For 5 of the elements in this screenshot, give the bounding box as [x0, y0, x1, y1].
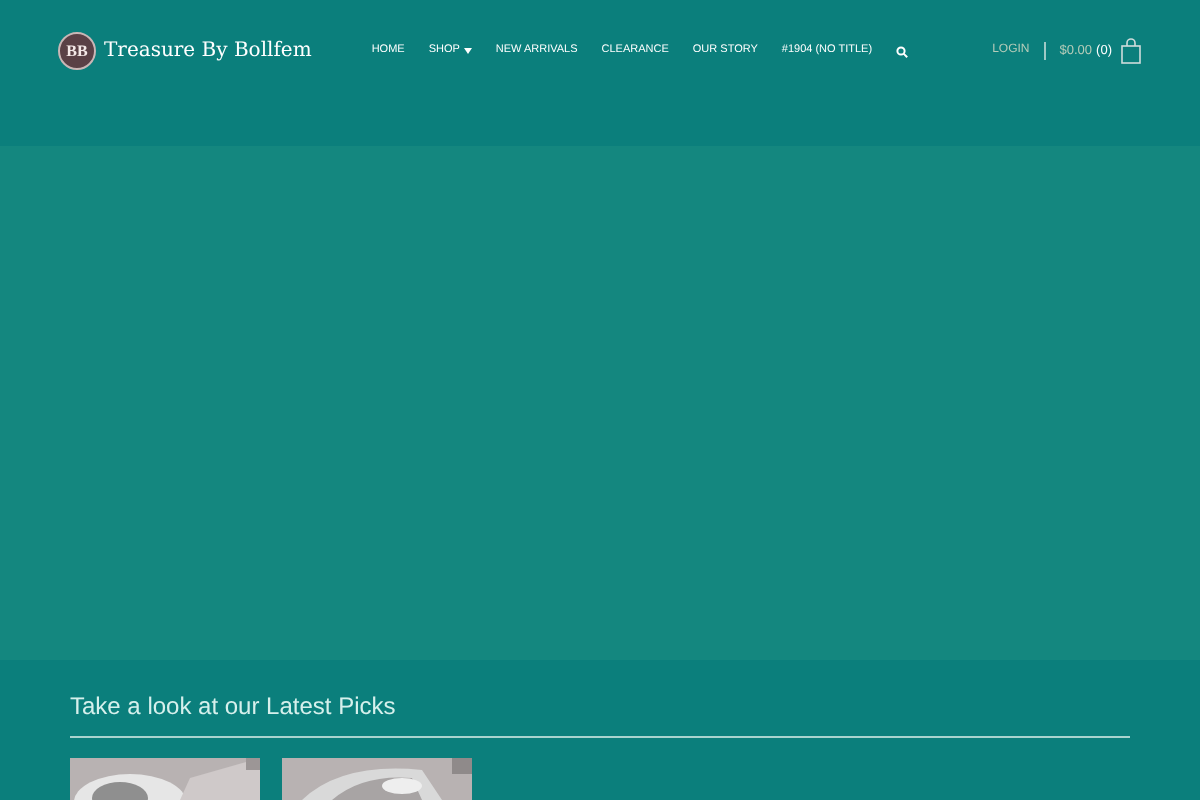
search-icon[interactable] [896, 45, 909, 57]
logo-badge[interactable]: BB [58, 32, 96, 70]
site-title[interactable]: Treasure By Bollfem [104, 36, 312, 66]
shopping-bag-icon[interactable] [1120, 38, 1142, 64]
section-heading: Take a look at our Latest Picks [70, 688, 1130, 738]
